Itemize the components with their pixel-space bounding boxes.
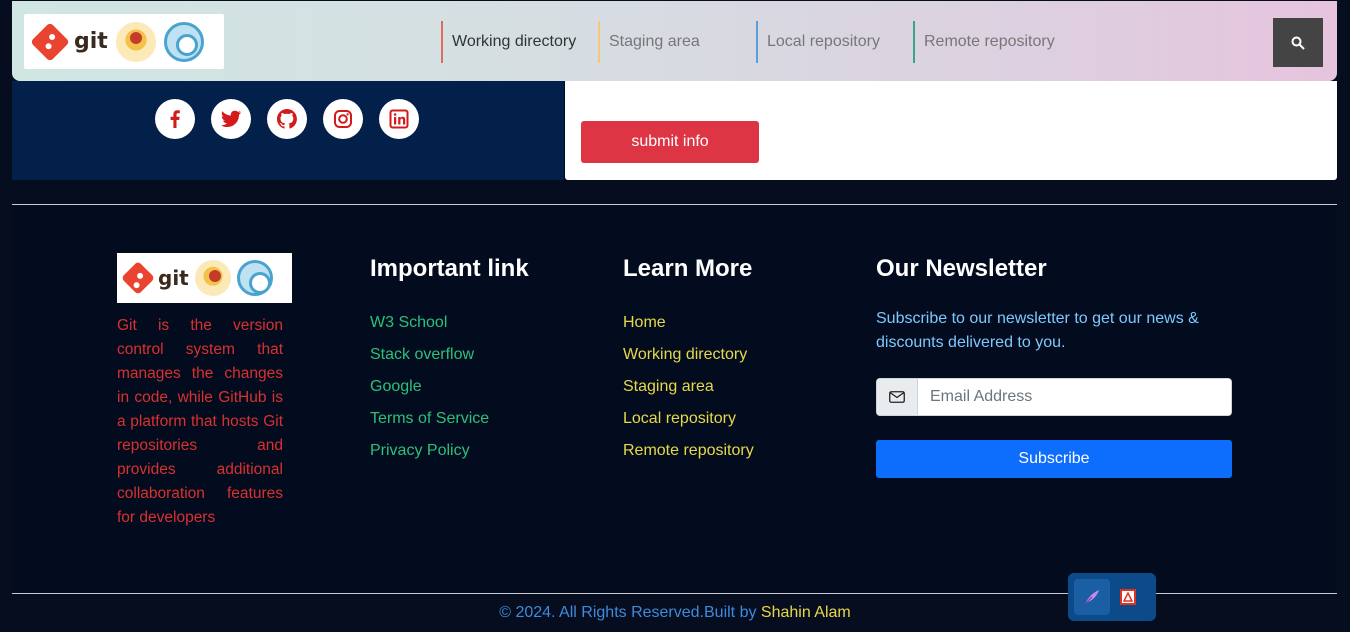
copyright-author[interactable]: Shahin Alam xyxy=(761,604,851,621)
github-icon[interactable] xyxy=(267,99,307,139)
learn-more-list: Home Working directory Staging area Loca… xyxy=(623,307,754,467)
nav-menu: Working directory Staging area Local rep… xyxy=(441,21,1073,63)
important-links-list: W3 School Stack overflow Google Terms of… xyxy=(370,307,489,467)
instagram-icon[interactable] xyxy=(323,99,363,139)
github-logo-icon xyxy=(236,260,273,296)
newsletter-description: Subscribe to our newsletter to get our n… xyxy=(876,310,1199,351)
submit-info-button[interactable]: submit info xyxy=(581,121,759,163)
learn-more-title: Learn More xyxy=(623,255,753,282)
link-local-repository[interactable]: Local repository xyxy=(623,403,754,435)
email-input-group xyxy=(876,378,1232,416)
link-remote-repository[interactable]: Remote repository xyxy=(623,435,754,467)
navbar: git Working directory Staging area Local… xyxy=(12,1,1337,81)
link-stack-overflow[interactable]: Stack overflow xyxy=(370,339,489,371)
link-privacy-policy[interactable]: Privacy Policy xyxy=(370,435,489,467)
about-text: Git is the version control system that m… xyxy=(117,317,283,526)
link-google[interactable]: Google xyxy=(370,371,489,403)
copyright-prefix: © 2024. All Rights Reserved.Built by xyxy=(499,604,761,621)
link-staging-area[interactable]: Staging area xyxy=(623,371,754,403)
facebook-icon[interactable] xyxy=(155,99,195,139)
email-field[interactable] xyxy=(918,379,1231,415)
nav-link-local-repository[interactable]: Local repository xyxy=(756,21,913,63)
search-icon xyxy=(1291,36,1305,50)
search-button[interactable] xyxy=(1273,18,1323,67)
footer-logo-text: git xyxy=(158,266,189,290)
contact-info-panel xyxy=(12,81,564,180)
nav-link-remote-repository[interactable]: Remote repository xyxy=(913,21,1073,63)
github-logo-icon xyxy=(163,21,204,62)
nav-link-staging-area[interactable]: Staging area xyxy=(598,21,756,63)
badge-icon xyxy=(194,260,231,296)
git-logo-icon xyxy=(121,261,155,295)
contact-form-panel: submit info xyxy=(565,81,1337,180)
newsletter-title: Our Newsletter xyxy=(876,255,1047,282)
subscribe-button[interactable]: Subscribe xyxy=(876,440,1232,478)
link-terms-of-service[interactable]: Terms of Service xyxy=(370,403,489,435)
link-working-directory[interactable]: Working directory xyxy=(623,339,754,371)
brand-logo[interactable]: git xyxy=(24,14,224,69)
feather-icon[interactable] xyxy=(1074,579,1110,615)
pdf-icon[interactable] xyxy=(1120,589,1136,605)
twitter-icon[interactable] xyxy=(211,99,251,139)
footer-logo[interactable]: git xyxy=(117,253,292,303)
important-links-title: Important link xyxy=(370,255,529,282)
link-w3-school[interactable]: W3 School xyxy=(370,307,489,339)
git-logo-icon xyxy=(30,21,70,62)
badge-icon xyxy=(115,21,156,62)
nav-link-working-directory[interactable]: Working directory xyxy=(441,21,598,63)
link-home[interactable]: Home xyxy=(623,307,754,339)
envelope-icon xyxy=(877,379,918,415)
linkedin-icon[interactable] xyxy=(379,99,419,139)
social-links xyxy=(155,99,419,139)
logo-text: git xyxy=(74,29,108,54)
floating-toolbar xyxy=(1068,573,1156,621)
